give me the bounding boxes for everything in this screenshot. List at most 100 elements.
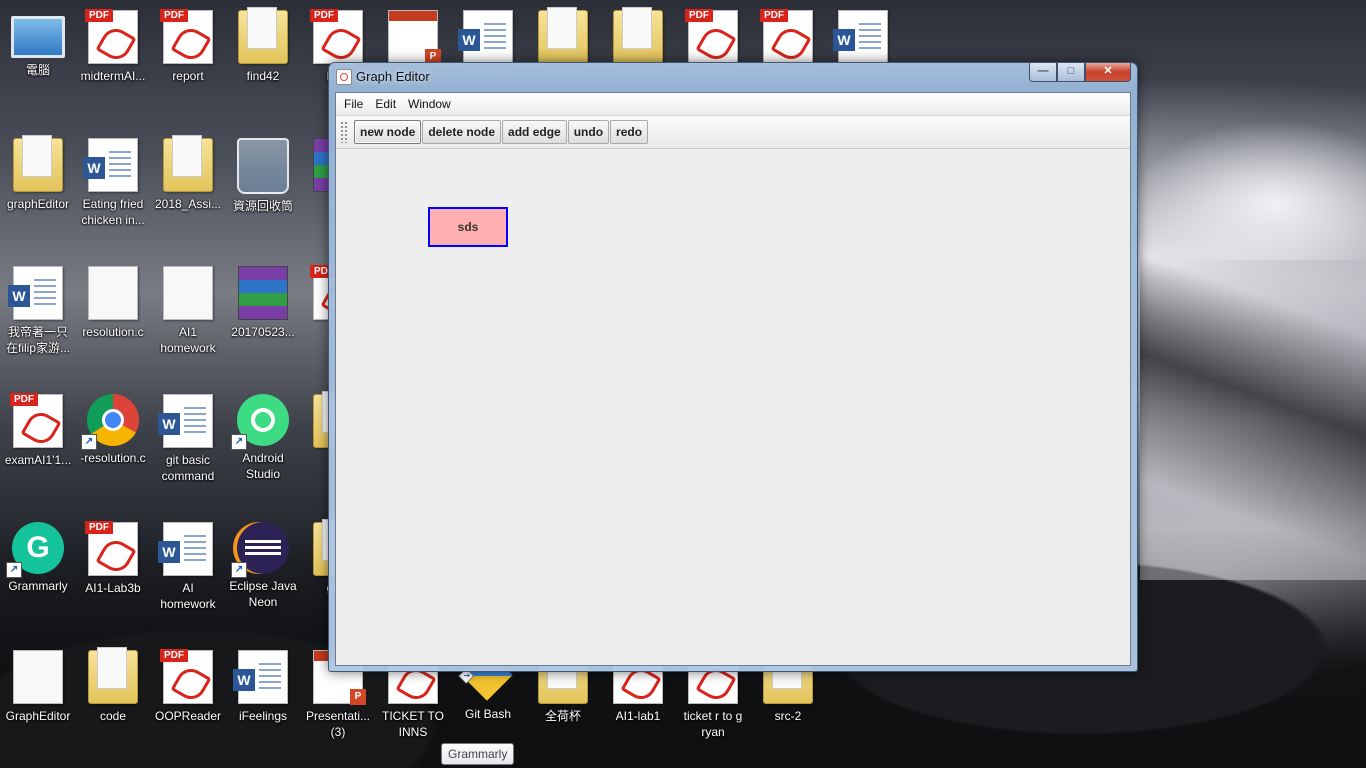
- wallpaper-fog: [1130, 120, 1366, 260]
- eclipse-icon: ↗: [231, 522, 289, 578]
- desktop-icon[interactable]: PDF examAI1'1...: [0, 384, 76, 484]
- desktop-icon[interactable]: PDF OOPReader: [150, 640, 226, 740]
- window-client-area: File Edit Window new node delete node ad…: [335, 92, 1131, 666]
- desktop-icon[interactable]: W 我帝著一只 在filip家游...: [0, 256, 76, 356]
- desktop-icon-label: graphEditor: [6, 197, 70, 211]
- desktop-icon-label: ticket r to g ryan: [683, 709, 743, 739]
- desktop-icon-label: AI homework: [160, 581, 216, 611]
- desktop-icon-label: Android Studio: [242, 451, 284, 481]
- redo-button[interactable]: redo: [610, 120, 649, 144]
- desktop-icon[interactable]: AI1 homework: [150, 256, 226, 356]
- pdf-file-icon: PDF: [310, 9, 363, 65]
- desktop-icon[interactable]: Wgit basic command: [150, 384, 226, 484]
- close-button[interactable]: ✕: [1085, 63, 1131, 82]
- text-file-icon: [13, 650, 63, 704]
- title-bar[interactable]: Graph Editor — □ ✕: [329, 63, 1137, 91]
- text-file-icon: [163, 266, 213, 320]
- word-document-icon: W: [8, 266, 63, 320]
- desktop-icon-label: 20170523...: [231, 325, 295, 339]
- desktop-icon-label: Git Bash: [464, 707, 512, 721]
- graph-node[interactable]: sds: [428, 207, 508, 247]
- menu-edit[interactable]: Edit: [369, 97, 402, 111]
- toolbar-grip-handle[interactable]: [340, 121, 348, 143]
- desktop-icon[interactable]: PDF midtermAI...: [75, 0, 151, 100]
- pdf-file-icon: PDF: [160, 9, 213, 65]
- powerpoint-file-icon: P: [388, 10, 441, 65]
- desktop-icon-label: examAI1'1...: [4, 453, 72, 467]
- desktop-icon-label: AI1-lab1: [615, 709, 661, 723]
- desktop-icon-label: -resolution.c: [80, 451, 146, 465]
- word-document-icon: W: [83, 138, 138, 192]
- maximize-button[interactable]: □: [1057, 63, 1085, 82]
- graph-canvas[interactable]: sds: [336, 149, 1130, 665]
- desktop-icon[interactable]: W AI homework: [150, 512, 226, 612]
- close-icon: ✕: [1103, 65, 1113, 77]
- desktop-icon[interactable]: PDF AI1-Lab3b: [75, 512, 151, 612]
- desktop-icon[interactable]: WiFeelings: [225, 640, 301, 740]
- menu-window[interactable]: Window: [402, 97, 457, 111]
- graph-editor-window: Graph Editor — □ ✕ File Edit Window new …: [328, 62, 1138, 672]
- shortcut-arrow-icon: ↗: [231, 434, 247, 450]
- desktop-icon[interactable]: 資源回收筒: [225, 128, 301, 228]
- desktop-icon[interactable]: 2018_Assi...: [150, 128, 226, 228]
- maximize-icon: □: [1067, 65, 1075, 77]
- desktop-icon[interactable]: ↗ -resolution.c: [75, 384, 151, 484]
- computer-icon: [11, 16, 65, 58]
- minimize-button[interactable]: —: [1029, 63, 1057, 82]
- desktop-icon-label: src-2: [774, 709, 802, 723]
- shortcut-arrow-icon: ↗: [81, 434, 97, 450]
- desktop-icon[interactable]: ↗ Android Studio: [225, 384, 301, 484]
- folder-icon: [163, 135, 213, 192]
- new-node-button[interactable]: new node: [354, 120, 422, 144]
- desktop-icon[interactable]: W Eating fried chicken in...: [75, 128, 151, 228]
- desktop-icon[interactable]: 電腦: [0, 0, 76, 100]
- desktop-icon[interactable]: code: [75, 640, 151, 740]
- desktop-icon[interactable]: PDF report: [150, 0, 226, 100]
- desktop-icon[interactable]: graphEditor: [0, 128, 76, 228]
- desktop-icon-label: GraphEditor: [5, 709, 71, 723]
- desktop-icon-label: 全荷杯: [544, 709, 581, 723]
- shortcut-arrow-icon: ↗: [6, 562, 22, 578]
- pdf-file-icon: PDF: [760, 9, 813, 65]
- desktop-icon-label: find42: [246, 69, 280, 83]
- add-edge-button[interactable]: add edge: [502, 120, 567, 144]
- word-document-icon: W: [833, 10, 888, 64]
- folder-icon: [88, 647, 138, 704]
- word-document-icon: W: [458, 10, 513, 64]
- desktop-icon-label: AI1-Lab3b: [85, 581, 141, 595]
- desktop-icon-label: TICKET TO INNS: [381, 709, 444, 739]
- desktop-icon[interactable]: 20170523...: [225, 256, 301, 356]
- desktop-icon-label: iFeelings: [238, 709, 288, 723]
- desktop-icon[interactable]: GraphEditor: [0, 640, 76, 740]
- recycle-bin-icon: [237, 138, 289, 194]
- undo-button[interactable]: undo: [567, 120, 610, 144]
- desktop-icon-label: git basic command: [161, 453, 215, 483]
- taskbar-tooltip: Grammarly: [441, 743, 515, 765]
- desktop-icon-label: 電腦: [25, 63, 50, 77]
- desktop-icon-label: code: [99, 709, 127, 723]
- folder-icon: [613, 7, 663, 64]
- desktop-icon-label: resolution.c: [82, 325, 144, 339]
- desktop-icon-label: Eclipse Java Neon: [229, 579, 297, 609]
- desktop-icon-label: 2018_Assi...: [154, 197, 222, 211]
- delete-node-button[interactable]: delete node: [422, 120, 502, 144]
- window-controls: — □ ✕: [1029, 63, 1131, 82]
- folder-icon: [538, 7, 588, 64]
- desktop-icon-label: 資源回收筒: [232, 199, 293, 213]
- desktop-icon[interactable]: resolution.c: [75, 256, 151, 356]
- winrar-archive-icon: [238, 266, 288, 320]
- window-title: Graph Editor: [356, 69, 430, 84]
- text-file-icon: [88, 266, 138, 320]
- desktop-icon[interactable]: G ↗ Grammarly: [0, 512, 76, 612]
- desktop-icon[interactable]: ↗ Eclipse Java Neon: [225, 512, 301, 612]
- menu-file[interactable]: File: [338, 97, 369, 111]
- desktop-icon-label: AI1 homework: [160, 325, 216, 355]
- menu-bar: File Edit Window: [336, 93, 1130, 115]
- pdf-file-icon: PDF: [10, 393, 63, 449]
- grammarly-icon: G ↗: [6, 522, 64, 578]
- desktop-icon-label: report: [172, 69, 204, 83]
- desktop-icon-label: midtermAI...: [80, 69, 146, 83]
- word-document-icon: W: [158, 394, 213, 448]
- desktop-icon[interactable]: find42: [225, 0, 301, 100]
- folder-icon: [238, 7, 288, 64]
